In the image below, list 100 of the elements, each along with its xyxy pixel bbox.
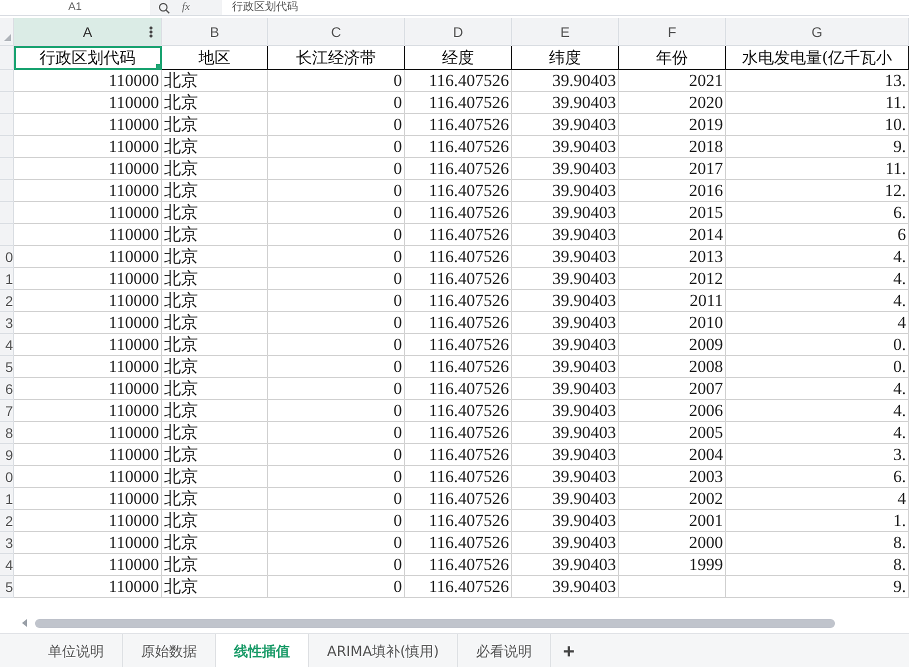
header-cell[interactable]: 地区 (162, 46, 268, 70)
table-cell: 北京 (162, 114, 268, 136)
header-cell[interactable]: 年份 (619, 46, 726, 70)
table-cell: 116.407526 (405, 554, 512, 576)
row-header[interactable] (0, 114, 14, 136)
header-cell[interactable]: 长江经济带 (268, 46, 405, 70)
table-cell: 6. (726, 466, 909, 488)
row-header[interactable] (0, 180, 14, 202)
table-cell: 2001 (619, 510, 726, 532)
row-header[interactable]: 5 (0, 356, 14, 378)
table-cell: 39.90403 (512, 510, 619, 532)
row-header[interactable] (0, 158, 14, 180)
table-cell: 2009 (619, 334, 726, 356)
table-cell: 0 (268, 158, 405, 180)
row-header[interactable]: 2 (0, 510, 14, 532)
row-header[interactable]: 3 (0, 532, 14, 554)
table-cell: 110000 (14, 136, 162, 158)
table-cell: 39.90403 (512, 554, 619, 576)
column-header[interactable]: D (405, 18, 512, 46)
row-header[interactable] (0, 202, 14, 224)
cell-name-box[interactable]: A1 (0, 1, 150, 14)
table-cell: 110000 (14, 224, 162, 246)
scroll-left-icon[interactable] (22, 619, 27, 627)
table-cell: 39.90403 (512, 290, 619, 312)
table-cell: 39.90403 (512, 268, 619, 290)
table-cell: 0 (268, 532, 405, 554)
add-sheet-button[interactable]: + (551, 634, 587, 667)
table-cell: 2007 (619, 378, 726, 400)
row-header[interactable]: 7 (0, 400, 14, 422)
table-cell: 39.90403 (512, 400, 619, 422)
header-cell[interactable]: 行政区划代码 (14, 46, 162, 70)
row-header[interactable] (0, 224, 14, 246)
column-header[interactable]: B (162, 18, 268, 46)
row-header[interactable]: 9 (0, 444, 14, 466)
table-cell: 39.90403 (512, 158, 619, 180)
table-cell: 2006 (619, 400, 726, 422)
table-cell: 4. (726, 378, 909, 400)
table-cell: 110000 (14, 378, 162, 400)
table-cell: 110000 (14, 202, 162, 224)
column-header[interactable]: C (268, 18, 405, 46)
header-cell[interactable]: 纬度 (512, 46, 619, 70)
function-label[interactable]: fx (182, 1, 190, 14)
table-cell: 116.407526 (405, 268, 512, 290)
formula-text[interactable]: 行政区划代码 (222, 1, 298, 14)
row-header[interactable] (0, 70, 14, 92)
sheet-tab[interactable]: ARIMA填补(慎用) (309, 634, 458, 667)
row-header[interactable]: 5 (0, 576, 14, 598)
table-cell: 116.407526 (405, 290, 512, 312)
table-cell: 39.90403 (512, 70, 619, 92)
column-header[interactable]: E (512, 18, 619, 46)
horizontal-scrollbar[interactable] (35, 618, 835, 628)
more-icon[interactable] (149, 26, 153, 38)
row-header[interactable]: 1 (0, 488, 14, 510)
table-cell: 110000 (14, 356, 162, 378)
table-cell: 0. (726, 334, 909, 356)
table-cell: 9. (726, 136, 909, 158)
table-cell: 2014 (619, 224, 726, 246)
table-cell: 116.407526 (405, 70, 512, 92)
sheet-tab[interactable]: 线性插值 (216, 634, 309, 667)
row-header[interactable]: 8 (0, 422, 14, 444)
table-cell: 0 (268, 92, 405, 114)
table-cell: 0 (268, 114, 405, 136)
column-header[interactable]: A (14, 18, 162, 46)
table-cell: 2015 (619, 202, 726, 224)
table-cell: 116.407526 (405, 422, 512, 444)
table-cell: 4. (726, 290, 909, 312)
row-header[interactable] (0, 46, 14, 70)
column-header[interactable]: F (619, 18, 726, 46)
table-cell: 6. (726, 202, 909, 224)
row-header[interactable]: 3 (0, 312, 14, 334)
sheet-tab[interactable]: 单位说明 (30, 634, 123, 667)
row-header[interactable]: 4 (0, 334, 14, 356)
row-header[interactable]: 0 (0, 246, 14, 268)
table-cell: 0 (268, 444, 405, 466)
row-header[interactable]: 2 (0, 290, 14, 312)
row-header[interactable]: 6 (0, 378, 14, 400)
row-header[interactable] (0, 136, 14, 158)
zoom-icon[interactable] (158, 2, 170, 14)
row-header[interactable]: 1 (0, 268, 14, 290)
row-header[interactable]: 0 (0, 466, 14, 488)
table-cell: 北京 (162, 466, 268, 488)
header-cell[interactable]: 水电发电量(亿千瓦小 (726, 46, 909, 70)
row-header[interactable] (0, 92, 14, 114)
table-cell: 北京 (162, 202, 268, 224)
header-cell[interactable]: 经度 (405, 46, 512, 70)
table-cell: 1999 (619, 554, 726, 576)
table-cell: 39.90403 (512, 488, 619, 510)
column-header[interactable]: G (726, 18, 909, 46)
table-cell: 4. (726, 400, 909, 422)
table-cell: 39.90403 (512, 334, 619, 356)
table-cell: 116.407526 (405, 158, 512, 180)
table-cell: 110000 (14, 114, 162, 136)
sheet-tab[interactable]: 必看说明 (458, 634, 552, 667)
table-cell: 0 (268, 554, 405, 576)
row-header[interactable]: 4 (0, 554, 14, 576)
table-cell: 39.90403 (512, 136, 619, 158)
table-cell: 0 (268, 510, 405, 532)
select-all-icon[interactable] (4, 34, 11, 41)
table-cell: 39.90403 (512, 180, 619, 202)
table-cell: 110000 (14, 312, 162, 334)
